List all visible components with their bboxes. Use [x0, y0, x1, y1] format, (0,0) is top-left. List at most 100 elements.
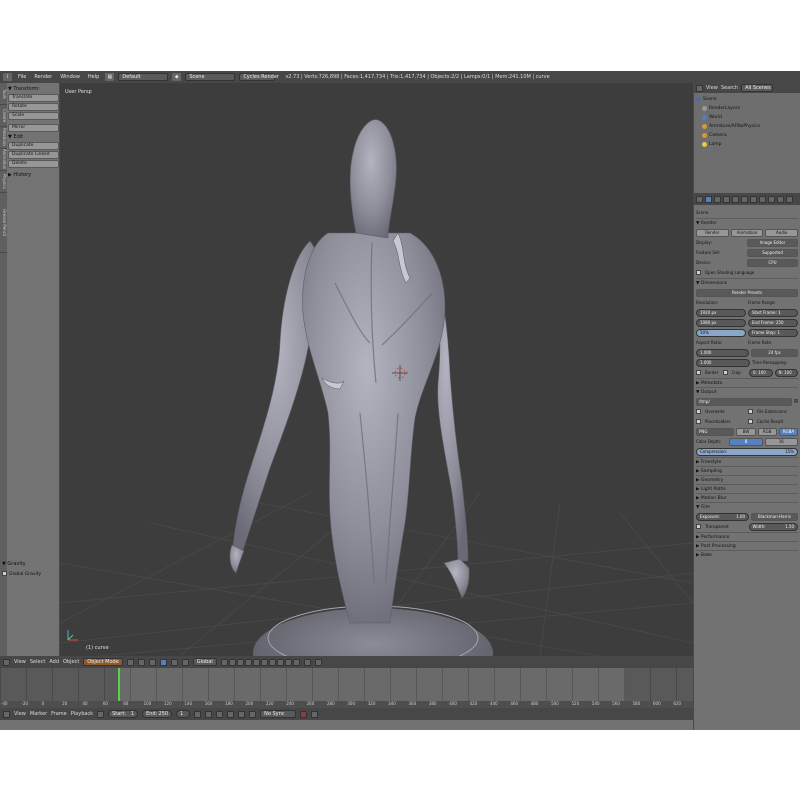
- transparent-checkbox[interactable]: [696, 524, 701, 529]
- scale-manipulator-icon[interactable]: [181, 658, 189, 666]
- compression-slider[interactable]: Compression: 15%: [696, 447, 798, 456]
- sync-selector[interactable]: No Sync: [260, 710, 297, 718]
- menu-help[interactable]: Help: [86, 74, 101, 80]
- manipulator-icon[interactable]: [148, 658, 156, 666]
- menu-file[interactable]: File: [16, 74, 28, 80]
- data-tab-icon[interactable]: [768, 195, 775, 203]
- gravity-panel-header[interactable]: ▼ Gravity: [2, 560, 58, 568]
- 3d-viewport[interactable]: User Persp (1) curve: [60, 83, 693, 656]
- outliner-item[interactable]: RenderLayers: [696, 104, 798, 113]
- end-frame-field[interactable]: End: 250: [142, 710, 173, 718]
- layer-button[interactable]: [228, 658, 236, 666]
- outliner-filter[interactable]: All Scenes: [741, 84, 774, 92]
- next-keyframe-icon[interactable]: [238, 710, 246, 718]
- orientation-selector[interactable]: Global: [192, 658, 217, 666]
- output-section-header[interactable]: ▼ Output: [696, 387, 798, 396]
- start-frame-prop[interactable]: Start Frame: 1: [748, 308, 798, 317]
- osl-checkbox[interactable]: [696, 270, 701, 275]
- device-selector[interactable]: CPU: [747, 258, 798, 267]
- menu-view[interactable]: View: [14, 659, 26, 665]
- scene-icon[interactable]: ◆: [172, 73, 182, 81]
- layout-selector[interactable]: Default: [118, 73, 169, 81]
- old-remap-field[interactable]: 0: 100: [749, 368, 773, 377]
- jump-end-icon[interactable]: [249, 710, 257, 718]
- scene-tab-icon[interactable]: [723, 195, 730, 203]
- frame-rate-selector[interactable]: 24 fps: [751, 348, 798, 357]
- sampling-section-header[interactable]: ▶ Sampling: [696, 466, 798, 475]
- outliner-item[interactable]: World: [696, 113, 798, 122]
- material-tab-icon[interactable]: [777, 195, 784, 203]
- outliner-editor-icon[interactable]: [696, 84, 703, 92]
- audio-button[interactable]: Audio: [765, 228, 799, 237]
- tab-physics[interactable]: Physics: [0, 171, 7, 193]
- delete-button[interactable]: Delete: [8, 160, 59, 168]
- frame-step-prop[interactable]: Frame Step: 1: [748, 328, 798, 337]
- layer-button[interactable]: [220, 658, 228, 666]
- tab-animation[interactable]: Animation: [0, 149, 7, 171]
- resolution-percentage-slider[interactable]: 50%: [696, 328, 746, 337]
- render-preview-icon[interactable]: [314, 658, 322, 666]
- resolution-x-field[interactable]: 1920 px: [696, 308, 746, 317]
- editor-type-icon[interactable]: [3, 658, 10, 666]
- record-icon[interactable]: [300, 710, 308, 718]
- osl-row[interactable]: Open Shading Language: [696, 268, 798, 277]
- cache-result-checkbox[interactable]: [748, 419, 753, 424]
- render-presets-selector[interactable]: Render Presets: [696, 288, 798, 297]
- start-frame-field[interactable]: Start: 1: [108, 710, 139, 718]
- outliner-item[interactable]: Armature/AFNoPhysics: [696, 122, 798, 131]
- exposure-field[interactable]: Exposure: 1.00: [696, 512, 749, 521]
- bake-section-header[interactable]: ▶ Bake: [696, 550, 798, 559]
- menu-add[interactable]: Add: [49, 659, 59, 665]
- menu-render[interactable]: Render: [32, 74, 54, 80]
- menu-frame[interactable]: Frame: [51, 711, 67, 717]
- overwrite-checkbox[interactable]: [696, 409, 701, 414]
- output-path-field[interactable]: /tmp/: [696, 397, 792, 406]
- pivot-icon[interactable]: [137, 658, 145, 666]
- file-format-selector[interactable]: PNG: [696, 427, 735, 436]
- menu-window[interactable]: Window: [58, 74, 82, 80]
- texture-tab-icon[interactable]: [786, 195, 793, 203]
- scene-selector[interactable]: Scene: [185, 73, 236, 81]
- light-paths-section-header[interactable]: ▶ Light Paths: [696, 484, 798, 493]
- layer-button[interactable]: [268, 658, 276, 666]
- global-gravity-checkbox[interactable]: [2, 571, 7, 576]
- bw-button[interactable]: BW: [736, 427, 756, 436]
- performance-section-header[interactable]: ▶ Performance: [696, 532, 798, 541]
- outliner-item[interactable]: Scene: [696, 95, 798, 104]
- duplicate-button[interactable]: Duplicate: [8, 142, 59, 150]
- properties-editor-icon[interactable]: [696, 195, 703, 203]
- geometry-section-header[interactable]: ▶ Geometry: [696, 475, 798, 484]
- resolution-y-field[interactable]: 1080 px: [696, 318, 746, 327]
- depth-16-button[interactable]: 16: [764, 437, 798, 446]
- scale-button[interactable]: Scale: [8, 112, 59, 120]
- menu-select[interactable]: Select: [30, 659, 45, 665]
- freestyle-section-header[interactable]: ▶ Freestyle: [696, 457, 798, 466]
- constraints-tab-icon[interactable]: [750, 195, 757, 203]
- rotate-button[interactable]: Rotate: [8, 103, 59, 111]
- metadata-section-header[interactable]: ▶ Metadata: [696, 378, 798, 387]
- rgb-button[interactable]: RGB: [757, 427, 777, 436]
- filter-selector[interactable]: Blackman-Harris: [751, 512, 798, 521]
- translate-button[interactable]: Translate: [8, 94, 59, 102]
- render-button[interactable]: Render: [696, 228, 729, 237]
- menu-timeline-view[interactable]: View: [14, 711, 26, 717]
- menu-playback[interactable]: Playback: [71, 711, 93, 717]
- display-selector[interactable]: Image Editor: [747, 238, 798, 247]
- render-engine-selector[interactable]: Cycles Render: [239, 73, 279, 81]
- file-extensions-checkbox[interactable]: [748, 409, 753, 414]
- tab-grease-pencil[interactable]: Grease Pencil: [0, 193, 7, 253]
- layer-button[interactable]: [244, 658, 252, 666]
- timeline[interactable]: -40 -20 0 20 40 60 80 100 120 140 160 180 200 220 240 2…: [0, 668, 693, 708]
- info-editor-icon[interactable]: i: [3, 73, 12, 81]
- menu-object[interactable]: Object: [63, 659, 79, 665]
- preview-range-icon[interactable]: [97, 710, 105, 718]
- feature-set-selector[interactable]: Supported: [747, 248, 798, 257]
- render-section-header[interactable]: ▼ Render: [696, 218, 798, 227]
- timeline-editor-icon[interactable]: [3, 710, 10, 718]
- post-processing-section-header[interactable]: ▶ Post Processing: [696, 541, 798, 550]
- film-section-header[interactable]: ▼ Film: [696, 502, 798, 511]
- world-tab-icon[interactable]: [732, 195, 739, 203]
- outliner-item[interactable]: Camera: [696, 131, 798, 140]
- menu-outliner-view[interactable]: View: [706, 85, 718, 91]
- jump-start-icon[interactable]: [194, 710, 202, 718]
